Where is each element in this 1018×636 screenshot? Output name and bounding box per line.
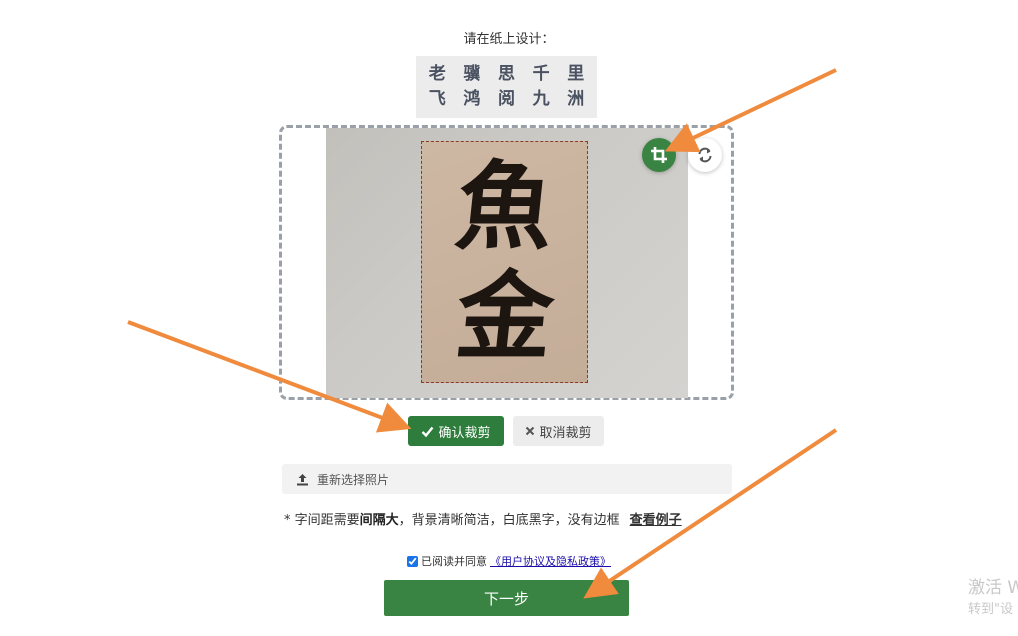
photo-tip: * 字间距需要间隔大，背景清晰简洁，白底黑字，没有边框 查看例子 xyxy=(284,509,682,528)
sample-char: 思 xyxy=(497,64,515,84)
cancel-crop-label: 取消裁剪 xyxy=(539,425,592,441)
cancel-crop-button[interactable]: 取消裁剪 xyxy=(513,416,604,446)
activation-watermark-sub: 转到"设 xyxy=(968,602,1013,617)
crop-selection-box[interactable] xyxy=(421,141,588,383)
sample-characters: 老 骥 思 千 里 飞 鸿 阅 九 洲 xyxy=(416,56,597,118)
rotate-icon xyxy=(698,147,712,163)
tip-prefix: * 字间距需要 xyxy=(284,513,360,528)
sample-char: 飞 xyxy=(428,89,446,109)
close-icon xyxy=(526,426,535,436)
reselect-photo-button[interactable]: 重新选择照片 xyxy=(282,464,732,494)
sample-char: 鸿 xyxy=(463,89,481,109)
agreement-link[interactable]: 《用户协议及隐私政策》 xyxy=(490,553,611,569)
design-prompt: 请在纸上设计： xyxy=(463,32,555,47)
rotate-button[interactable] xyxy=(688,138,722,172)
sample-char: 千 xyxy=(532,64,550,84)
view-example-link[interactable]: 查看例子 xyxy=(630,513,682,528)
tip-suffix: ，背景清晰简洁，白底黑字，没有边框 xyxy=(398,513,620,528)
activation-watermark: 激活 W xyxy=(968,578,1018,598)
sample-char: 里 xyxy=(567,64,585,84)
check-icon xyxy=(422,426,434,437)
agreement-text: 已阅读并同意 xyxy=(421,555,487,568)
sample-char: 洲 xyxy=(567,89,585,109)
sample-char: 老 xyxy=(428,64,446,84)
agreement-checkbox[interactable] xyxy=(407,555,418,567)
uploaded-photo: 魚 金 xyxy=(326,128,688,398)
crop-icon xyxy=(651,147,667,163)
reselect-photo-label: 重新选择照片 xyxy=(317,472,390,487)
sample-char: 骥 xyxy=(463,64,481,84)
next-step-button[interactable]: 下一步 xyxy=(384,580,629,616)
crop-button[interactable] xyxy=(642,138,676,172)
sample-char: 九 xyxy=(532,89,550,109)
upload-icon xyxy=(297,473,308,485)
confirm-crop-button[interactable]: 确认裁剪 xyxy=(408,416,504,446)
agreement-row: 已阅读并同意 《用户协议及隐私政策》 xyxy=(407,553,611,569)
sample-char: 阅 xyxy=(497,89,515,109)
tip-emphasis: 间隔大 xyxy=(359,513,399,528)
confirm-crop-label: 确认裁剪 xyxy=(438,425,491,441)
